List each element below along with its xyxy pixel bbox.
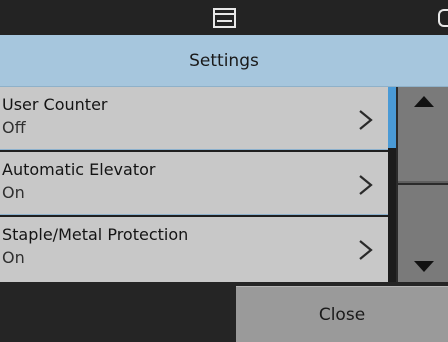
page-title: Settings [189, 50, 259, 71]
scroll-down-button[interactable] [398, 185, 448, 282]
battery-icon [438, 9, 448, 27]
settings-screen: Settings User Counter Off Automatic Elev… [0, 0, 448, 342]
list-item-automatic-elevator[interactable]: Automatic Elevator On [0, 152, 388, 215]
scroll-up-button[interactable] [398, 87, 448, 183]
triangle-up-icon [414, 96, 434, 107]
setting-value: Off [2, 118, 26, 137]
chevron-right-icon [355, 108, 375, 132]
list-item-staple-metal-protection[interactable]: Staple/Metal Protection On [0, 217, 388, 282]
chevron-right-icon [355, 173, 375, 197]
settings-list: User Counter Off Automatic Elevator On S… [0, 87, 396, 282]
setting-label: Staple/Metal Protection [2, 225, 189, 244]
scrollbar-thumb[interactable] [388, 87, 396, 148]
setting-value: On [2, 183, 25, 202]
bottom-bar: Close [0, 282, 448, 342]
triangle-down-icon [414, 261, 434, 272]
setting-label: User Counter [2, 95, 108, 114]
setting-label: Automatic Elevator [2, 160, 156, 179]
chevron-right-icon [355, 238, 375, 262]
close-button[interactable]: Close [236, 286, 448, 342]
tray-icon [213, 8, 236, 28]
title-bar: Settings [0, 35, 448, 87]
status-bar [0, 0, 448, 35]
scrollbar[interactable] [388, 87, 396, 282]
list-item-user-counter[interactable]: User Counter Off [0, 87, 388, 150]
setting-value: On [2, 248, 25, 267]
